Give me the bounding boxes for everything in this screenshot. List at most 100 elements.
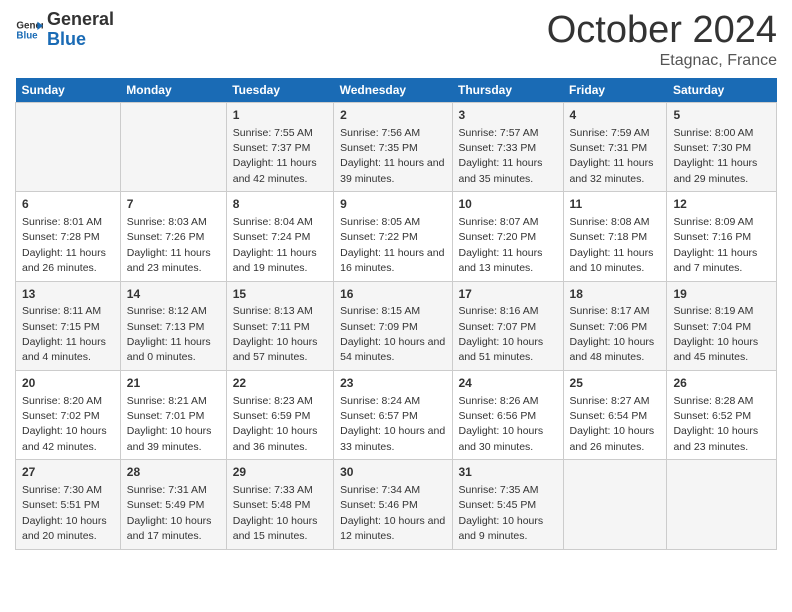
day-info: Sunrise: 8:21 AM Sunset: 7:01 PM Dayligh… — [127, 395, 212, 453]
calendar-day-cell: 29Sunrise: 7:33 AM Sunset: 5:48 PM Dayli… — [226, 460, 333, 549]
logo-icon: General Blue — [15, 16, 43, 44]
calendar-day-cell: 3 Sunrise: 7:57 AM Sunset: 7:33 PM Daylig… — [452, 102, 563, 191]
calendar-day-cell: 25 Sunrise: 8:27 AM Sunset: 6:54 PM Dayli… — [563, 370, 667, 459]
day-number: 12 — [673, 196, 770, 213]
calendar-day-cell: 16 Sunrise: 8:15 AM Sunset: 7:09 PM Dayli… — [334, 281, 452, 370]
day-number: 24 — [459, 375, 557, 392]
calendar-day-cell: 13 Sunrise: 8:11 AM Sunset: 7:15 PM Dayli… — [16, 281, 121, 370]
calendar-day-cell: 15 Sunrise: 8:13 AM Sunset: 7:11 PM Dayli… — [226, 281, 333, 370]
calendar-day-cell: 26 Sunrise: 8:28 AM Sunset: 6:52 PM Dayli… — [667, 370, 777, 459]
logo-text: General Blue — [47, 10, 114, 50]
calendar-week-row: 1 Sunrise: 7:55 AM Sunset: 7:37 PM Daylig… — [16, 102, 777, 191]
calendar-day-cell: 24 Sunrise: 8:26 AM Sunset: 6:56 PM Dayli… — [452, 370, 563, 459]
calendar-day-cell: 18 Sunrise: 8:17 AM Sunset: 7:06 PM Dayli… — [563, 281, 667, 370]
day-info: Sunrise: 7:59 AM Sunset: 7:31 PM Dayligh… — [570, 127, 654, 185]
day-info: Sunrise: 8:11 AM Sunset: 7:15 PM Dayligh… — [22, 305, 106, 363]
calendar-day-cell: 30Sunrise: 7:34 AM Sunset: 5:46 PM Dayli… — [334, 460, 452, 549]
day-number: 26 — [673, 375, 770, 392]
day-number: 18 — [570, 286, 661, 303]
day-number: 20 — [22, 375, 114, 392]
calendar-table: SundayMondayTuesdayWednesdayThursdayFrid… — [15, 78, 777, 550]
calendar-day-cell: 22Sunrise: 8:23 AM Sunset: 6:59 PM Dayli… — [226, 370, 333, 459]
day-info: Sunrise: 7:57 AM Sunset: 7:33 PM Dayligh… — [459, 127, 543, 185]
day-info: Sunrise: 8:00 AM Sunset: 7:30 PM Dayligh… — [673, 127, 757, 185]
day-number: 6 — [22, 196, 114, 213]
day-info: Sunrise: 8:15 AM Sunset: 7:09 PM Dayligh… — [340, 305, 445, 363]
day-info: Sunrise: 8:01 AM Sunset: 7:28 PM Dayligh… — [22, 216, 106, 274]
day-number: 15 — [233, 286, 327, 303]
calendar-day-cell — [120, 102, 226, 191]
calendar-day-cell: 23Sunrise: 8:24 AM Sunset: 6:57 PM Dayli… — [334, 370, 452, 459]
day-of-week-header: Saturday — [667, 78, 777, 103]
calendar-day-cell: 31 Sunrise: 7:35 AM Sunset: 5:45 PM Dayli… — [452, 460, 563, 549]
day-of-week-header: Tuesday — [226, 78, 333, 103]
day-info: Sunrise: 8:24 AM Sunset: 6:57 PM Dayligh… — [340, 395, 445, 453]
month-title: October 2024 — [547, 10, 777, 52]
day-number: 16 — [340, 286, 445, 303]
day-number: 25 — [570, 375, 661, 392]
day-number: 13 — [22, 286, 114, 303]
day-number: 17 — [459, 286, 557, 303]
day-info: Sunrise: 7:56 AM Sunset: 7:35 PM Dayligh… — [340, 127, 444, 185]
calendar-day-cell: 27 Sunrise: 7:30 AM Sunset: 5:51 PM Dayli… — [16, 460, 121, 549]
logo: General Blue General Blue — [15, 10, 114, 50]
day-info: Sunrise: 8:19 AM Sunset: 7:04 PM Dayligh… — [673, 305, 758, 363]
day-of-week-header: Wednesday — [334, 78, 452, 103]
day-number: 9 — [340, 196, 445, 213]
calendar-day-cell: 5 Sunrise: 8:00 AM Sunset: 7:30 PM Daylig… — [667, 102, 777, 191]
day-number: 4 — [570, 107, 661, 124]
day-info: Sunrise: 8:23 AM Sunset: 6:59 PM Dayligh… — [233, 395, 318, 453]
day-number: 10 — [459, 196, 557, 213]
day-number: 14 — [127, 286, 220, 303]
day-info: Sunrise: 7:30 AM Sunset: 5:51 PM Dayligh… — [22, 484, 107, 542]
day-number: 19 — [673, 286, 770, 303]
calendar-day-cell: 8 Sunrise: 8:04 AM Sunset: 7:24 PM Daylig… — [226, 192, 333, 281]
day-number: 8 — [233, 196, 327, 213]
day-info: Sunrise: 8:26 AM Sunset: 6:56 PM Dayligh… — [459, 395, 544, 453]
day-number: 28 — [127, 464, 220, 481]
calendar-day-cell: 4 Sunrise: 7:59 AM Sunset: 7:31 PM Daylig… — [563, 102, 667, 191]
day-number: 27 — [22, 464, 114, 481]
calendar-day-cell — [667, 460, 777, 549]
day-info: Sunrise: 8:03 AM Sunset: 7:26 PM Dayligh… — [127, 216, 211, 274]
calendar-day-cell: 19 Sunrise: 8:19 AM Sunset: 7:04 PM Dayli… — [667, 281, 777, 370]
calendar-day-cell: 20 Sunrise: 8:20 AM Sunset: 7:02 PM Dayli… — [16, 370, 121, 459]
day-of-week-header: Friday — [563, 78, 667, 103]
calendar-day-cell: 28Sunrise: 7:31 AM Sunset: 5:49 PM Dayli… — [120, 460, 226, 549]
day-info: Sunrise: 7:34 AM Sunset: 5:46 PM Dayligh… — [340, 484, 445, 542]
svg-text:Blue: Blue — [16, 30, 38, 41]
calendar-day-cell: 21 Sunrise: 8:21 AM Sunset: 7:01 PM Dayli… — [120, 370, 226, 459]
day-info: Sunrise: 8:13 AM Sunset: 7:11 PM Dayligh… — [233, 305, 318, 363]
calendar-day-cell: 17 Sunrise: 8:16 AM Sunset: 7:07 PM Dayli… — [452, 281, 563, 370]
calendar-day-cell: 14 Sunrise: 8:12 AM Sunset: 7:13 PM Dayli… — [120, 281, 226, 370]
calendar-week-row: 13 Sunrise: 8:11 AM Sunset: 7:15 PM Dayli… — [16, 281, 777, 370]
calendar-day-cell: 11Sunrise: 8:08 AM Sunset: 7:18 PM Dayli… — [563, 192, 667, 281]
calendar-day-cell: 10 Sunrise: 8:07 AM Sunset: 7:20 PM Dayli… — [452, 192, 563, 281]
day-info: Sunrise: 8:17 AM Sunset: 7:06 PM Dayligh… — [570, 305, 655, 363]
page-header: General Blue General Blue October 2024 E… — [15, 10, 777, 70]
day-of-week-header: Sunday — [16, 78, 121, 103]
day-number: 21 — [127, 375, 220, 392]
day-number: 1 — [233, 107, 327, 124]
day-info: Sunrise: 8:12 AM Sunset: 7:13 PM Dayligh… — [127, 305, 211, 363]
day-info: Sunrise: 7:35 AM Sunset: 5:45 PM Dayligh… — [459, 484, 544, 542]
day-number: 7 — [127, 196, 220, 213]
day-number: 5 — [673, 107, 770, 124]
day-info: Sunrise: 8:07 AM Sunset: 7:20 PM Dayligh… — [459, 216, 543, 274]
day-info: Sunrise: 8:04 AM Sunset: 7:24 PM Dayligh… — [233, 216, 317, 274]
calendar-day-cell — [16, 102, 121, 191]
title-block: October 2024 Etagnac, France — [547, 10, 777, 70]
calendar-day-cell: 1 Sunrise: 7:55 AM Sunset: 7:37 PM Daylig… — [226, 102, 333, 191]
day-number: 31 — [459, 464, 557, 481]
day-number: 2 — [340, 107, 445, 124]
day-number: 3 — [459, 107, 557, 124]
day-of-week-header: Monday — [120, 78, 226, 103]
day-info: Sunrise: 7:55 AM Sunset: 7:37 PM Dayligh… — [233, 127, 317, 185]
calendar-day-cell: 12Sunrise: 8:09 AM Sunset: 7:16 PM Dayli… — [667, 192, 777, 281]
day-info: Sunrise: 8:28 AM Sunset: 6:52 PM Dayligh… — [673, 395, 758, 453]
day-of-week-header: Thursday — [452, 78, 563, 103]
day-info: Sunrise: 8:16 AM Sunset: 7:07 PM Dayligh… — [459, 305, 544, 363]
calendar-day-cell: 6 Sunrise: 8:01 AM Sunset: 7:28 PM Daylig… — [16, 192, 121, 281]
day-info: Sunrise: 8:20 AM Sunset: 7:02 PM Dayligh… — [22, 395, 107, 453]
day-info: Sunrise: 8:27 AM Sunset: 6:54 PM Dayligh… — [570, 395, 655, 453]
